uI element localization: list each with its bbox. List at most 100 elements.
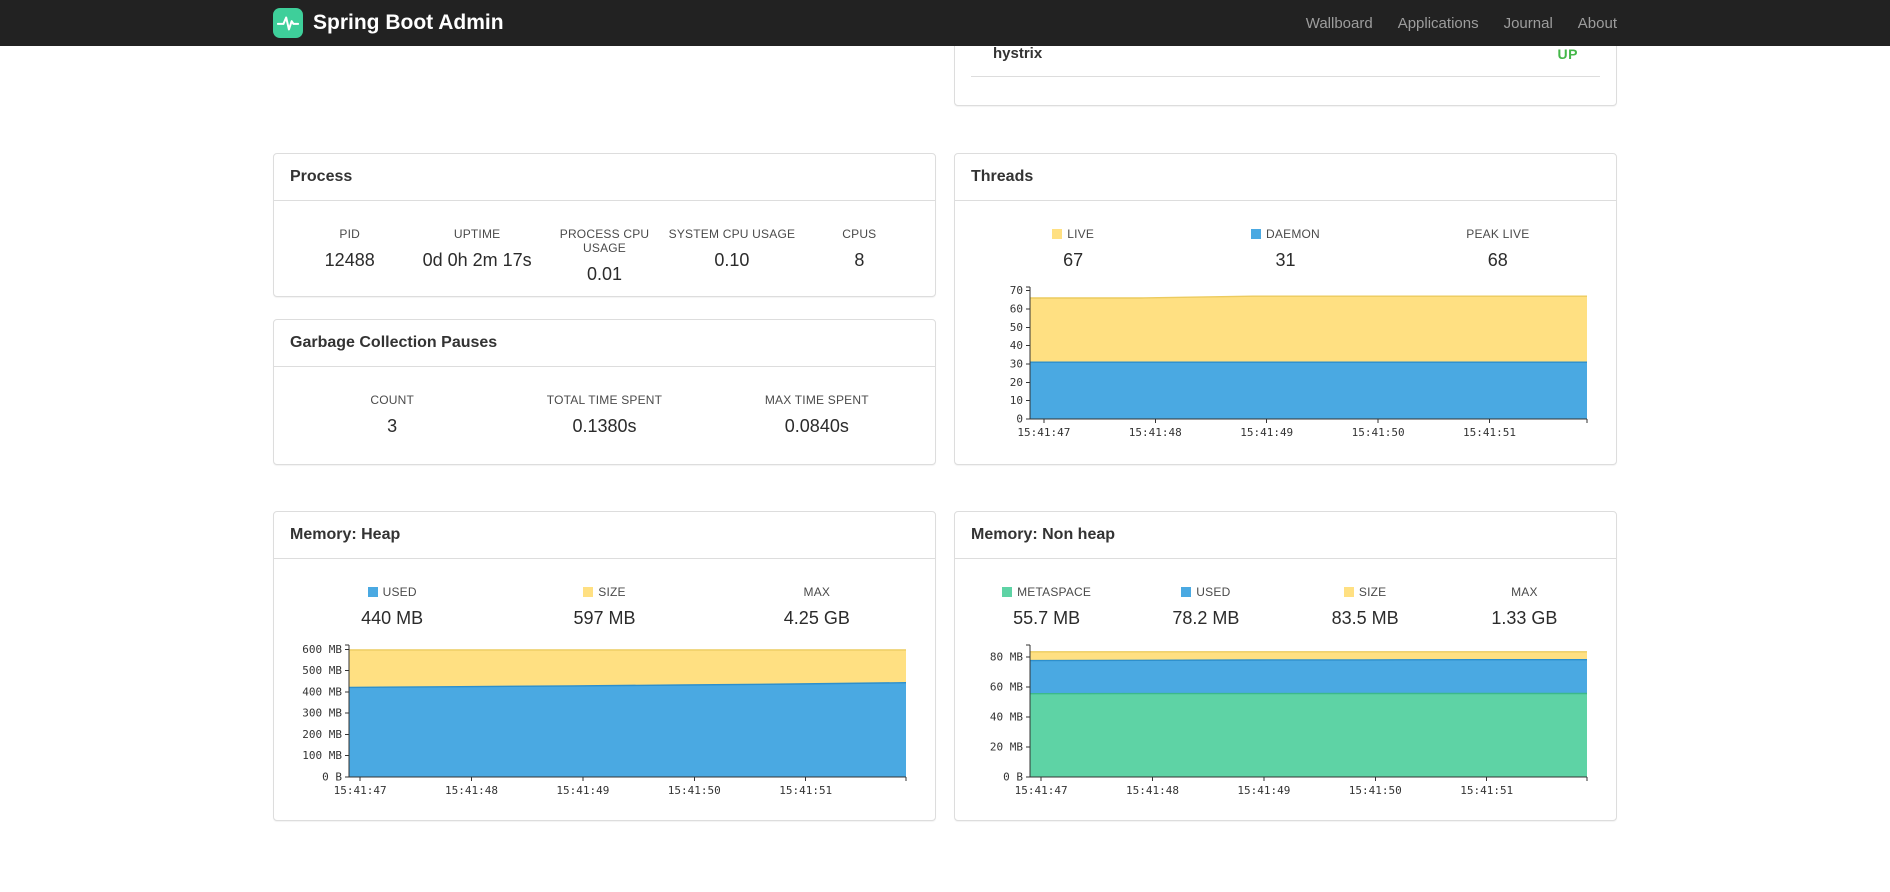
- gc-pauses-panel: Garbage Collection Pauses COUNT 3 TOTAL …: [273, 319, 936, 465]
- application-name-link[interactable]: hystrix: [993, 45, 1042, 62]
- stat-label-text: SIZE: [598, 585, 626, 599]
- stat-label: MAX: [711, 585, 923, 599]
- stat-value: 68: [1487, 250, 1508, 270]
- svg-text:10: 10: [1010, 394, 1023, 407]
- svg-text:15:41:47: 15:41:47: [334, 784, 387, 797]
- memory-nonheap-panel: Memory: Non heap METASPACE 55.7 MB USED …: [954, 511, 1617, 821]
- svg-text:15:41:51: 15:41:51: [779, 784, 832, 797]
- stat-label: COUNT: [370, 393, 414, 407]
- stat-gc-count: COUNT 3: [286, 393, 498, 437]
- stat-value: 8: [854, 250, 865, 270]
- brand-title: Spring Boot Admin: [313, 11, 504, 34]
- stat-threads-peak: PEAK LIVE 68: [1392, 227, 1604, 271]
- stat-label-text: LIVE: [1067, 227, 1095, 241]
- stat-pid: PID 12488: [286, 227, 413, 285]
- svg-text:600 MB: 600 MB: [302, 643, 342, 656]
- stat-value: 83.5 MB: [1331, 608, 1399, 628]
- legend-metaspace-swatch: [1002, 587, 1013, 597]
- svg-text:15:41:51: 15:41:51: [1463, 426, 1516, 439]
- nonheap-chart: 0 B 20 MB 40 MB 60 MB 80 MB 15:41:47 15:41:48 1…: [955, 639, 1616, 810]
- svg-text:300 MB: 300 MB: [302, 707, 342, 720]
- stat-label: PID: [339, 227, 360, 241]
- nav-wallboard[interactable]: Wallboard: [1306, 15, 1373, 32]
- stat-label: PEAK LIVE: [1392, 227, 1604, 241]
- nonheap-stats: METASPACE 55.7 MB USED 78.2 MB SIZE 83.5…: [955, 559, 1616, 629]
- threads-stats: LIVE 67 DAEMON 31 PEAK LIVE 68: [955, 201, 1616, 271]
- stat-value: 78.2 MB: [1172, 608, 1240, 628]
- stat-system-cpu: SYSTEM CPU USAGE 0.10: [668, 227, 795, 285]
- svg-text:100 MB: 100 MB: [302, 749, 342, 762]
- svg-text:15:41:49: 15:41:49: [556, 784, 609, 797]
- memory-heap-panel: Memory: Heap USED 440 MB SIZE 597 MB MAX: [273, 511, 936, 821]
- nav-journal[interactable]: Journal: [1504, 15, 1553, 32]
- stat-label: CPUS: [842, 227, 877, 241]
- stat-cpus: CPUS 8: [796, 227, 923, 285]
- stat-value: 0.01: [586, 264, 623, 284]
- stat-label: LIVE: [967, 227, 1179, 241]
- stat-uptime: UPTIME 0d 0h 2m 17s: [413, 227, 540, 285]
- stat-label: DAEMON: [1179, 227, 1391, 241]
- gc-panel-title: Garbage Collection Pauses: [274, 320, 935, 367]
- stat-metaspace: METASPACE 55.7 MB: [967, 585, 1126, 629]
- legend-used-swatch: [367, 587, 378, 597]
- brand-link[interactable]: Spring Boot Admin: [273, 8, 504, 38]
- stat-value: 597 MB: [573, 608, 636, 628]
- svg-text:20 MB: 20 MB: [990, 741, 1023, 754]
- svg-text:15:41:47: 15:41:47: [1015, 784, 1068, 797]
- stat-value: 67: [1063, 250, 1084, 270]
- stat-label-text: USED: [1196, 585, 1231, 599]
- legend-used-swatch: [1181, 587, 1192, 597]
- stat-value: 55.7 MB: [1013, 608, 1081, 628]
- threads-panel: Threads LIVE 67 DAEMON 31 PEAK LIVE 68 0…: [954, 153, 1617, 465]
- stat-label: USED: [1126, 585, 1285, 599]
- stat-value: 440 MB: [361, 608, 424, 628]
- nav-links: Wallboard Applications Journal About: [1281, 15, 1617, 32]
- svg-text:15:41:47: 15:41:47: [1017, 426, 1070, 439]
- stat-label-text: DAEMON: [1266, 227, 1320, 241]
- svg-text:40 MB: 40 MB: [990, 711, 1023, 724]
- stat-nonheap-size: SIZE 83.5 MB: [1286, 585, 1445, 629]
- stat-value: 0.10: [714, 250, 750, 270]
- nav-applications[interactable]: Applications: [1398, 15, 1479, 32]
- stat-label: MAX TIME SPENT: [764, 393, 869, 407]
- stat-value: 1.33 GB: [1491, 608, 1558, 628]
- stat-label-text: MAX: [1511, 585, 1538, 599]
- legend-size-swatch: [583, 587, 594, 597]
- stat-value: 12488: [324, 250, 375, 270]
- nonheap-panel-title: Memory: Non heap: [955, 512, 1616, 559]
- spring-boot-admin-logo-icon: [273, 8, 303, 38]
- status-badge: UP: [1557, 45, 1578, 62]
- svg-text:15:41:51: 15:41:51: [1460, 784, 1513, 797]
- navbar-inner: Spring Boot Admin Wallboard Applications…: [273, 0, 1617, 46]
- heap-chart: 0 B 100 MB 200 MB 300 MB 400 MB 500 MB 600 MB 1…: [274, 639, 935, 810]
- stat-gc-max-time: MAX TIME SPENT 0.0840s: [711, 393, 923, 437]
- stat-label: UPTIME: [453, 227, 501, 241]
- svg-text:15:41:50: 15:41:50: [1349, 784, 1402, 797]
- stat-gc-total-time: TOTAL TIME SPENT 0.1380s: [498, 393, 710, 437]
- stat-value: 3: [387, 416, 398, 436]
- stat-nonheap-max: MAX 1.33 GB: [1445, 585, 1604, 629]
- stat-label: SIZE: [498, 585, 710, 599]
- svg-text:15:41:49: 15:41:49: [1237, 784, 1290, 797]
- application-status-row[interactable]: hystrix UP: [971, 45, 1600, 77]
- stat-label: PROCESS CPU USAGE: [559, 227, 650, 255]
- svg-text:15:41:50: 15:41:50: [1352, 426, 1405, 439]
- threads-chart: 0 10 20 30 40 50 60 70 15:41:47 15:41:48 15:41:49 1…: [955, 281, 1616, 452]
- legend-daemon-swatch: [1251, 229, 1262, 239]
- stat-threads-daemon: DAEMON 31: [1179, 227, 1391, 271]
- stat-label-text: MAX: [803, 585, 831, 599]
- stat-value: 4.25 GB: [783, 608, 850, 628]
- svg-text:15:41:48: 15:41:48: [1129, 426, 1182, 439]
- svg-text:40: 40: [1010, 339, 1023, 352]
- stat-label-text: METASPACE: [1017, 585, 1092, 599]
- stat-label-text: SIZE: [1358, 585, 1387, 599]
- svg-text:200 MB: 200 MB: [302, 728, 342, 741]
- heap-panel-title: Memory: Heap: [274, 512, 935, 559]
- svg-text:30: 30: [1010, 358, 1023, 371]
- svg-text:15:41:49: 15:41:49: [1240, 426, 1293, 439]
- svg-text:50: 50: [1010, 321, 1023, 334]
- navbar: Spring Boot Admin Wallboard Applications…: [0, 0, 1890, 46]
- stat-label-text: USED: [382, 585, 417, 599]
- stat-label: SIZE: [1286, 585, 1445, 599]
- nav-about[interactable]: About: [1578, 15, 1617, 32]
